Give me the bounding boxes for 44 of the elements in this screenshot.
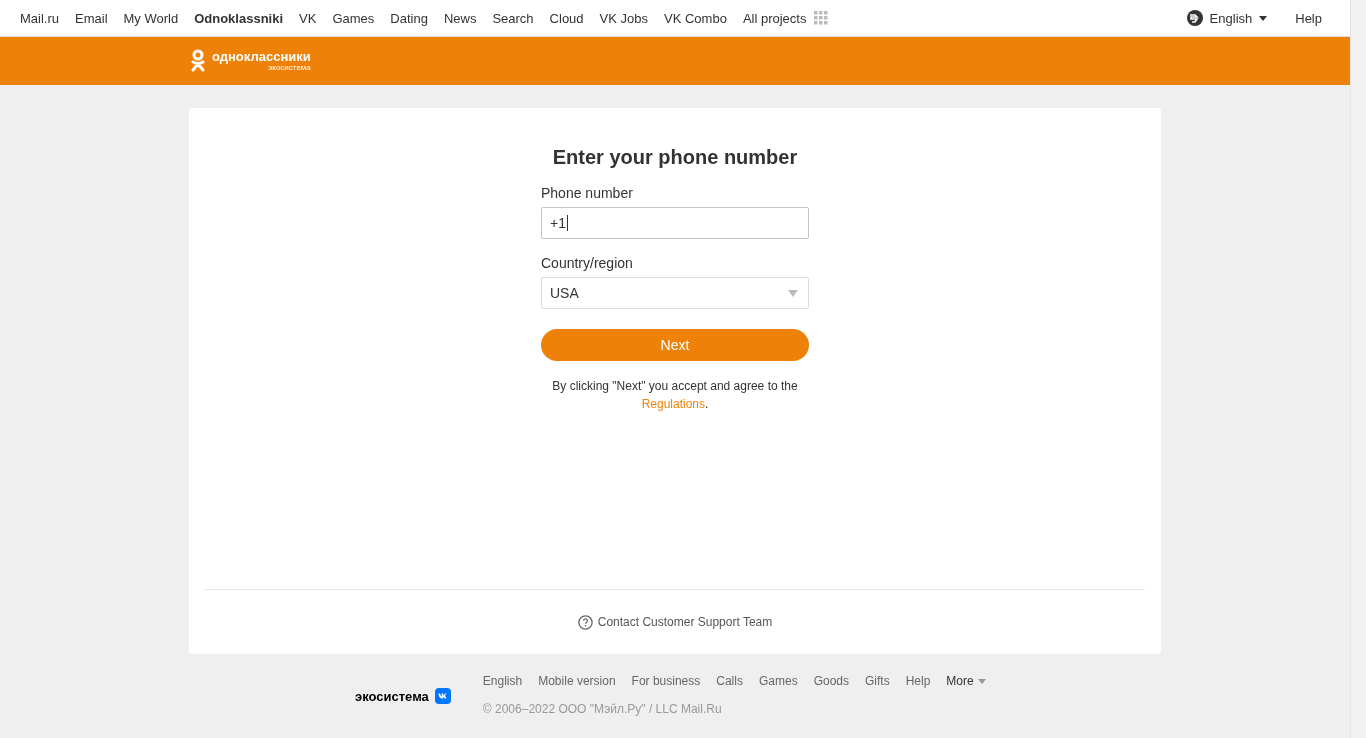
help-link[interactable]: Help [1287,10,1330,26]
nav-link[interactable]: Dating [382,10,436,26]
nav-link[interactable]: Mail.ru [12,10,67,26]
nav-link[interactable]: Odnoklassniki [186,10,292,26]
form-title: Enter your phone number [552,146,798,169]
nav-link[interactable]: Email [67,10,116,26]
logo-name: одноклассники [212,50,311,63]
nav-link[interactable]: VK [291,10,325,26]
footer-link[interactable]: Mobile version [538,674,616,688]
agreement-text: By clicking "Next" you accept and agree to the Regulations. [551,378,799,413]
grid-icon[interactable] [814,11,829,25]
ok-logo-icon [190,49,206,73]
dropdown-icon [788,289,798,297]
logo-subtitle: экосистема [268,64,311,72]
caret-icon [977,678,986,684]
more-button[interactable]: More [946,674,986,688]
footer-link[interactable]: English [482,674,523,688]
nav-link[interactable]: All projects [734,10,815,26]
footer-link[interactable]: Calls [716,674,743,688]
footer-link[interactable]: Goods [813,674,849,688]
nav-link[interactable]: VK Combo [656,10,735,26]
nav-link[interactable]: VK Jobs [591,10,656,26]
field-label: Country/region [541,255,634,271]
nav-link[interactable]: News [435,10,485,26]
country-select[interactable]: USA [541,277,809,309]
field-label: Phone number [541,185,634,201]
footer-link[interactable]: Help [905,674,931,688]
help-icon [577,614,593,630]
nav-link[interactable]: Cloud [541,10,592,26]
phone-input[interactable]: +1 [541,207,809,239]
globe-icon [1186,10,1203,26]
support-link[interactable]: Contact Customer Support Team [577,614,773,630]
support-text: Contact Customer Support Team [597,615,773,629]
footer-link[interactable]: Gifts [865,674,890,688]
vk-logo-icon [434,688,451,704]
nav-link[interactable]: Games [324,10,383,26]
caret-icon [1259,15,1268,21]
nav-link[interactable]: Search [484,10,542,26]
footer-link[interactable]: For business [631,674,701,688]
language-selector[interactable]: English [1186,10,1268,26]
copyright-text: © 2006–2022 ООО "Мэйл.Ру" / LLC Mail.Ru [482,702,723,716]
ecosystem-brand: экосистема [355,688,429,704]
footer-link[interactable]: Games [758,674,798,688]
nav-link[interactable]: My World [115,10,187,26]
